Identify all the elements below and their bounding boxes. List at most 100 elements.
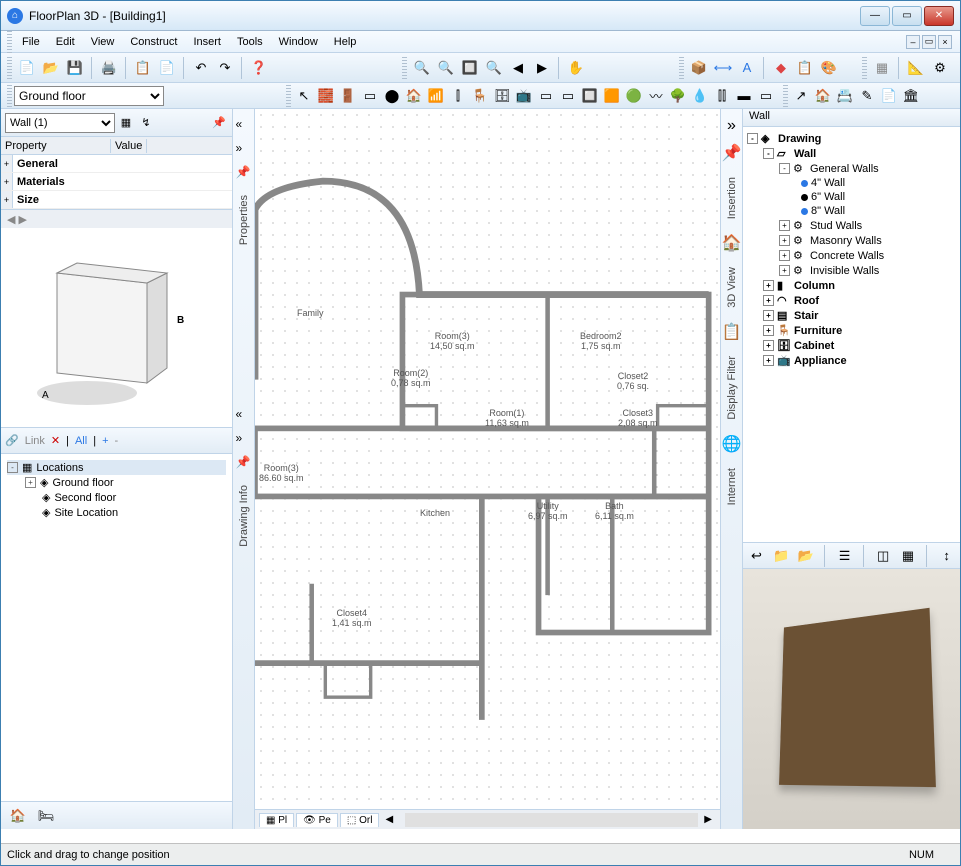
- mdi-restore-icon[interactable]: ▭: [922, 35, 936, 49]
- edit-icon[interactable]: ✎: [856, 85, 878, 107]
- roof-tool-icon[interactable]: 🏠: [403, 85, 425, 107]
- col-property[interactable]: Property: [1, 139, 111, 153]
- net-icon[interactable]: 🌐: [722, 434, 742, 454]
- undo-icon[interactable]: ↶: [190, 57, 212, 79]
- zoom-window-icon[interactable]: 🔲: [459, 57, 481, 79]
- bldg-icon[interactable]: 🏛: [900, 85, 922, 107]
- cat-pin-icon[interactable]: 📌: [722, 143, 742, 163]
- cat-folder2-icon[interactable]: 📂: [797, 545, 816, 567]
- pan-icon[interactable]: ✋: [565, 57, 587, 79]
- color-icon[interactable]: 🎨: [818, 57, 840, 79]
- layer-icon[interactable]: 📇: [834, 85, 856, 107]
- redo-icon[interactable]: ↷: [214, 57, 236, 79]
- maximize-button[interactable]: ▭: [892, 6, 922, 26]
- menu-help[interactable]: Help: [326, 34, 365, 50]
- extra3-icon[interactable]: 🔲: [579, 85, 601, 107]
- apply-icon[interactable]: ↯: [137, 114, 155, 132]
- link-icon[interactable]: 🔗: [5, 434, 19, 447]
- menu-insert[interactable]: Insert: [185, 34, 229, 50]
- cat-back-icon[interactable]: ↩: [747, 545, 766, 567]
- view-3d-icon[interactable]: 🛏: [35, 805, 57, 827]
- house3d-icon[interactable]: 🏠: [722, 233, 742, 253]
- prop-collapse-icon[interactable]: «: [236, 117, 252, 133]
- menu-construct[interactable]: Construct: [122, 34, 185, 50]
- window-tool-icon[interactable]: ▭: [359, 85, 381, 107]
- scroll-left-icon[interactable]: ◀: [381, 814, 397, 825]
- zoom-extents-icon[interactable]: 🔍: [483, 57, 505, 79]
- select-tool-icon[interactable]: ↖: [293, 85, 315, 107]
- prop-expand-icon[interactable]: »: [236, 141, 252, 157]
- tab-properties[interactable]: Properties: [236, 189, 252, 251]
- cat-view2-icon[interactable]: ▦: [899, 545, 918, 567]
- expand-button[interactable]: +: [102, 435, 108, 447]
- tab-plan[interactable]: ▦ Pl: [259, 813, 294, 827]
- house-icon[interactable]: 🏠: [812, 85, 834, 107]
- copy-icon[interactable]: 📋: [132, 57, 154, 79]
- railing-tool-icon[interactable]: ⫿: [447, 85, 469, 107]
- menu-edit[interactable]: Edit: [48, 34, 83, 50]
- extra5-icon[interactable]: ▭: [755, 85, 777, 107]
- col-value[interactable]: Value: [111, 139, 147, 153]
- extra1-icon[interactable]: ▭: [535, 85, 557, 107]
- extra4-icon[interactable]: 🟧: [601, 85, 623, 107]
- info-collapse-icon[interactable]: «: [236, 407, 252, 423]
- door-tool-icon[interactable]: 🚪: [337, 85, 359, 107]
- menu-view[interactable]: View: [83, 34, 123, 50]
- h-scrollbar[interactable]: [405, 813, 698, 827]
- all-button[interactable]: All: [75, 435, 87, 447]
- minimize-button[interactable]: —: [860, 6, 890, 26]
- print-icon[interactable]: 🖨️: [98, 57, 120, 79]
- stair-tool-icon[interactable]: 📶: [425, 85, 447, 107]
- delete-icon[interactable]: ✕: [51, 434, 60, 447]
- tab-3dview[interactable]: 3D View: [724, 261, 740, 314]
- info-expand-icon[interactable]: »: [236, 431, 252, 447]
- zoom-out-icon[interactable]: 🔍: [435, 57, 457, 79]
- snap-icon[interactable]: 📐: [905, 57, 927, 79]
- new-file-icon[interactable]: 📄: [16, 57, 38, 79]
- floor-selector[interactable]: Ground floor: [14, 86, 164, 106]
- scroll-right-icon[interactable]: ▶: [700, 814, 716, 825]
- deck-tool-icon[interactable]: ▬: [733, 85, 755, 107]
- cat-collapse-icon[interactable]: »: [727, 117, 736, 135]
- settings-icon[interactable]: ⚙: [929, 57, 951, 79]
- path-tool-icon[interactable]: 〰: [645, 85, 667, 107]
- dimension-icon[interactable]: ⟷: [712, 57, 734, 79]
- 3d-view-icon[interactable]: 📦: [688, 57, 710, 79]
- grid-icon[interactable]: ▦: [871, 57, 893, 79]
- prop-pin-icon[interactable]: 📌: [236, 165, 252, 181]
- tab-drawing-info[interactable]: Drawing Info: [236, 479, 252, 553]
- mdi-close-icon[interactable]: ×: [938, 35, 952, 49]
- move-icon[interactable]: ↗: [790, 85, 812, 107]
- extra2-icon[interactable]: ▭: [557, 85, 579, 107]
- cabinet-tool-icon[interactable]: 🗄: [491, 85, 513, 107]
- menu-file[interactable]: File: [14, 34, 48, 50]
- close-button[interactable]: ✕: [924, 6, 954, 26]
- open-file-icon[interactable]: 📂: [40, 57, 62, 79]
- eraser-icon[interactable]: ◆: [770, 57, 792, 79]
- tab-internet[interactable]: Internet: [724, 462, 740, 511]
- collapse-button[interactable]: -: [115, 435, 119, 447]
- cat-list-icon[interactable]: ☰: [835, 545, 854, 567]
- paste-icon[interactable]: 📄: [156, 57, 178, 79]
- save-icon[interactable]: 💾: [64, 57, 86, 79]
- cat-folder-icon[interactable]: 📁: [772, 545, 791, 567]
- fence-tool-icon[interactable]: ⫿⫿: [711, 85, 733, 107]
- tab-insertion[interactable]: Insertion: [724, 171, 740, 225]
- appliance-tool-icon[interactable]: 📺: [513, 85, 535, 107]
- zoom-next-icon[interactable]: ▶: [531, 57, 553, 79]
- wall-tool-icon[interactable]: 🧱: [315, 85, 337, 107]
- furniture-tool-icon[interactable]: 🪑: [469, 85, 491, 107]
- locations-tree[interactable]: -▦Locations +◈Ground floor ◈Second floor…: [1, 454, 232, 801]
- pool-tool-icon[interactable]: 💧: [689, 85, 711, 107]
- tab-perspective[interactable]: 👁 Pe: [296, 813, 338, 827]
- cat-view1-icon[interactable]: ◫: [874, 545, 893, 567]
- zoom-prev-icon[interactable]: ◀: [507, 57, 529, 79]
- view-2d-icon[interactable]: 🏠: [7, 805, 29, 827]
- help-icon[interactable]: ❓: [248, 57, 270, 79]
- menu-window[interactable]: Window: [271, 34, 326, 50]
- text-tool-icon[interactable]: A: [736, 57, 758, 79]
- zoom-in-icon[interactable]: 🔍: [411, 57, 433, 79]
- column-tool-icon[interactable]: ⬤: [381, 85, 403, 107]
- filter-right-icon[interactable]: 📋: [722, 322, 742, 342]
- legend-icon[interactable]: 📋: [794, 57, 816, 79]
